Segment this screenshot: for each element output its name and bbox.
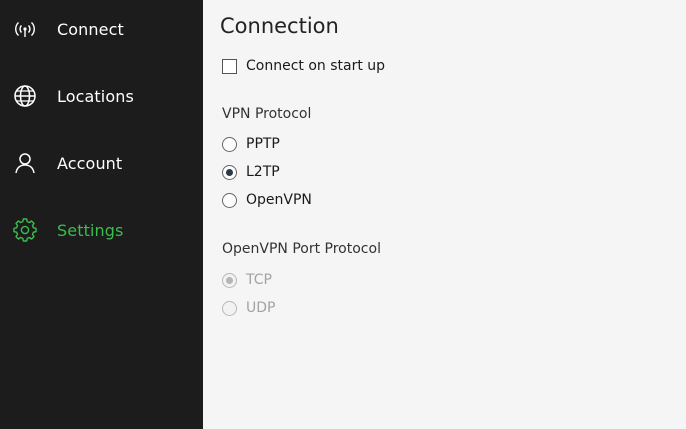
settings-panel: Connection Connect on start up VPN Proto… [203, 0, 686, 429]
globe-icon [12, 83, 38, 109]
radio-l2tp[interactable]: L2TP [222, 162, 280, 182]
sidebar-item-account[interactable]: Account [0, 141, 203, 185]
radio-button [222, 300, 237, 316]
radio-udp: UDP [222, 298, 275, 318]
radio-openvpn[interactable]: OpenVPN [222, 190, 312, 210]
sidebar-item-settings[interactable]: Settings [0, 208, 203, 252]
sidebar: Connect Locations Account Settings [0, 0, 203, 429]
sidebar-item-label: Connect [57, 19, 124, 39]
sidebar-item-label: Locations [57, 86, 134, 106]
user-icon [12, 150, 38, 176]
radio-button[interactable] [222, 164, 237, 180]
antenna-icon [12, 16, 38, 42]
radio-button [222, 272, 237, 288]
radio-label: UDP [246, 300, 276, 316]
radio-label: TCP [246, 272, 272, 288]
vpn-protocol-label: VPN Protocol [222, 106, 312, 122]
gear-icon [12, 217, 38, 243]
page-title: Connection [220, 14, 339, 38]
sidebar-item-locations[interactable]: Locations [0, 74, 203, 118]
checkbox-box[interactable] [222, 58, 237, 74]
radio-pptp[interactable]: PPTP [222, 134, 280, 154]
sidebar-item-label: Account [57, 153, 123, 173]
openvpn-port-protocol-label: OpenVPN Port Protocol [222, 241, 381, 257]
app-window: Connect Locations Account Settings Conne… [0, 0, 686, 429]
radio-label: OpenVPN [246, 192, 312, 208]
connect-on-startup-checkbox[interactable]: Connect on start up [222, 56, 385, 76]
sidebar-item-label: Settings [57, 220, 124, 240]
radio-tcp: TCP [222, 270, 272, 290]
checkbox-label: Connect on start up [246, 58, 386, 74]
sidebar-item-connect[interactable]: Connect [0, 7, 203, 51]
radio-button[interactable] [222, 136, 237, 152]
radio-label: PPTP [246, 136, 280, 152]
radio-label: L2TP [246, 164, 280, 180]
radio-button[interactable] [222, 192, 237, 208]
